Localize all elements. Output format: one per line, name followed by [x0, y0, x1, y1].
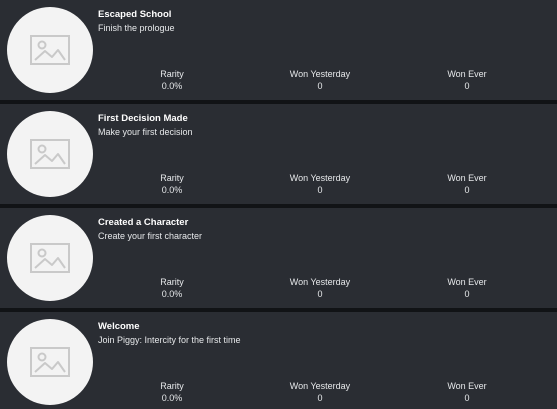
image-placeholder-icon: [30, 243, 70, 273]
stat-won-yesterday: Won Yesterday 0: [260, 380, 380, 404]
stat-rarity: Rarity 0.0%: [112, 380, 232, 404]
stat-won-ever-value: 0: [464, 185, 470, 195]
stat-rarity-label: Rarity: [160, 277, 184, 287]
stat-won-yesterday-value: 0: [317, 289, 323, 299]
badge-thumbnail: [7, 319, 93, 405]
badge-title: Welcome: [98, 321, 140, 332]
stat-rarity-label: Rarity: [160, 173, 184, 183]
stat-rarity-value: 0.0%: [161, 393, 183, 403]
badge-title: Escaped School: [98, 9, 172, 20]
image-placeholder-icon: [30, 347, 70, 377]
badge-card[interactable]: Escaped School Finish the prologue Rarit…: [0, 0, 557, 100]
stat-won-ever: Won Ever 0: [407, 172, 527, 196]
stat-won-ever: Won Ever 0: [407, 380, 527, 404]
stat-won-yesterday-label: Won Yesterday: [289, 173, 351, 183]
stat-rarity-value: 0.0%: [161, 185, 183, 195]
badge-thumbnail: [7, 215, 93, 301]
image-placeholder-icon: [30, 35, 70, 65]
stat-won-ever-value: 0: [464, 289, 470, 299]
stat-rarity-value: 0.0%: [161, 81, 183, 91]
stat-won-ever-label: Won Ever: [447, 173, 487, 183]
badge-description: Finish the prologue: [98, 23, 175, 33]
badge-card[interactable]: Welcome Join Piggy: Intercity for the fi…: [0, 312, 557, 409]
badge-thumbnail: [7, 7, 93, 93]
stat-rarity: Rarity 0.0%: [112, 68, 232, 92]
badge-description: Join Piggy: Intercity for the first time: [98, 335, 241, 345]
stat-rarity-label: Rarity: [160, 69, 184, 79]
stat-won-yesterday: Won Yesterday 0: [260, 68, 380, 92]
badge-list: Escaped School Finish the prologue Rarit…: [0, 0, 557, 409]
badge-thumbnail: [7, 111, 93, 197]
stat-rarity-label: Rarity: [160, 381, 184, 391]
stat-won-ever-label: Won Ever: [447, 69, 487, 79]
stat-won-yesterday-value: 0: [317, 185, 323, 195]
stat-won-yesterday-label: Won Yesterday: [289, 69, 351, 79]
stat-won-ever-value: 0: [464, 81, 470, 91]
stat-won-yesterday: Won Yesterday 0: [260, 172, 380, 196]
stat-rarity-value: 0.0%: [161, 289, 183, 299]
badge-title: First Decision Made: [98, 113, 188, 124]
stat-won-ever-value: 0: [464, 393, 470, 403]
stat-won-ever-label: Won Ever: [447, 381, 487, 391]
stat-won-ever: Won Ever 0: [407, 276, 527, 300]
badge-description: Create your first character: [98, 231, 203, 241]
stat-won-yesterday-label: Won Yesterday: [289, 277, 351, 287]
stat-won-yesterday: Won Yesterday 0: [260, 276, 380, 300]
badge-description: Make your first decision: [98, 127, 193, 137]
stat-rarity: Rarity 0.0%: [112, 172, 232, 196]
badge-card[interactable]: First Decision Made Make your first deci…: [0, 104, 557, 204]
image-placeholder-icon: [30, 139, 70, 169]
stat-won-ever: Won Ever 0: [407, 68, 527, 92]
badge-title: Created a Character: [98, 217, 189, 228]
stat-won-ever-label: Won Ever: [447, 277, 487, 287]
stat-rarity: Rarity 0.0%: [112, 276, 232, 300]
stat-won-yesterday-label: Won Yesterday: [289, 381, 351, 391]
stat-won-yesterday-value: 0: [317, 393, 323, 403]
stat-won-yesterday-value: 0: [317, 81, 323, 91]
badge-card[interactable]: Created a Character Create your first ch…: [0, 208, 557, 308]
